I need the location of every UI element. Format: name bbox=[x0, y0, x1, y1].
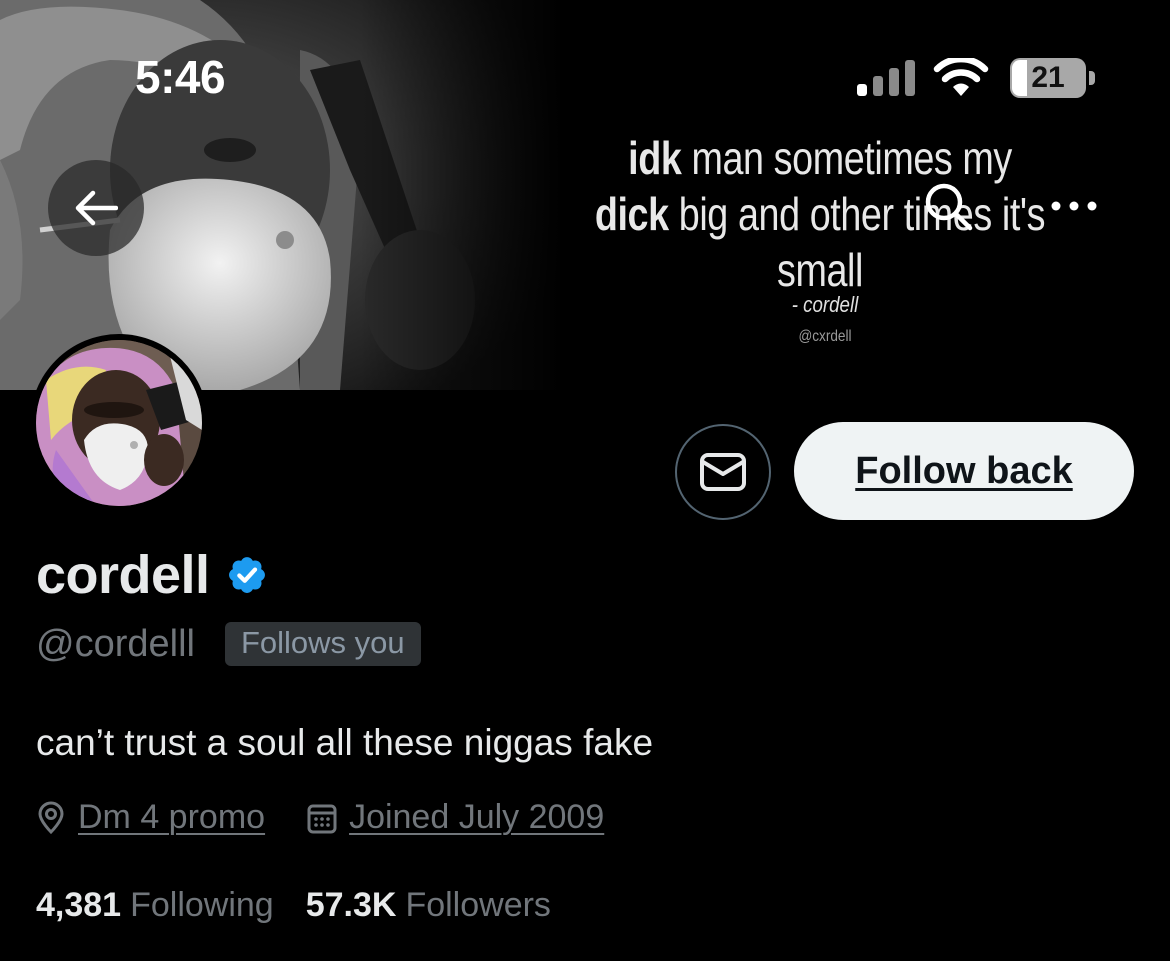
banner-quote-handle: @cxrdell bbox=[798, 328, 852, 345]
joined-item[interactable]: Joined July 2009 bbox=[307, 798, 604, 837]
avatar[interactable] bbox=[30, 334, 208, 512]
location-item[interactable]: Dm 4 promo bbox=[36, 798, 265, 837]
handle-row: @cordelll Follows you bbox=[36, 622, 421, 666]
verified-badge-icon[interactable] bbox=[226, 554, 268, 596]
follows-you-badge: Follows you bbox=[224, 622, 421, 666]
banner-fade bbox=[360, 0, 580, 390]
search-icon[interactable] bbox=[918, 178, 978, 238]
profile-bio: can’t trust a soul all these niggas fake bbox=[36, 722, 654, 763]
follow-back-button[interactable]: Follow back bbox=[794, 422, 1134, 520]
following-label: Following bbox=[130, 886, 274, 924]
followers-count: 57.3K bbox=[305, 886, 397, 924]
arrow-left-icon bbox=[75, 190, 118, 226]
status-time: 5:46 bbox=[135, 51, 226, 103]
calendar-icon bbox=[307, 804, 337, 833]
location-text: Dm 4 promo bbox=[78, 798, 266, 836]
message-button[interactable] bbox=[675, 424, 771, 520]
name-row: cordell bbox=[36, 544, 268, 606]
joined-date: Joined July 2009 bbox=[349, 798, 605, 836]
banner-quote: idk man sometimes my dick big and other … bbox=[594, 132, 1046, 296]
following-count: 4,381 bbox=[36, 886, 122, 924]
battery-cap bbox=[1089, 71, 1095, 85]
followers-stat[interactable]: 57.3K Followers bbox=[306, 886, 551, 925]
location-pin-icon bbox=[38, 801, 64, 834]
battery-level: 21 bbox=[1031, 61, 1065, 94]
banner-quote-author: - cordell bbox=[791, 292, 859, 317]
display-name: cordell bbox=[36, 545, 210, 605]
following-stat[interactable]: 4,381 Following bbox=[36, 886, 274, 925]
profile-meta: Dm 4 promo Joined July 2009 bbox=[36, 798, 604, 837]
envelope-icon bbox=[700, 453, 746, 491]
back-button[interactable] bbox=[48, 160, 144, 256]
wifi-icon bbox=[933, 58, 989, 96]
more-horizontal-icon[interactable] bbox=[1050, 196, 1098, 216]
battery-indicator: 21 bbox=[1010, 58, 1096, 98]
followers-label: Followers bbox=[405, 886, 551, 924]
cellular-signal-icon bbox=[857, 60, 915, 96]
avatar-image bbox=[36, 340, 202, 506]
follow-stats: 4,381 Following 57.3K Followers bbox=[36, 886, 551, 925]
username-handle: @cordelll bbox=[36, 622, 195, 665]
